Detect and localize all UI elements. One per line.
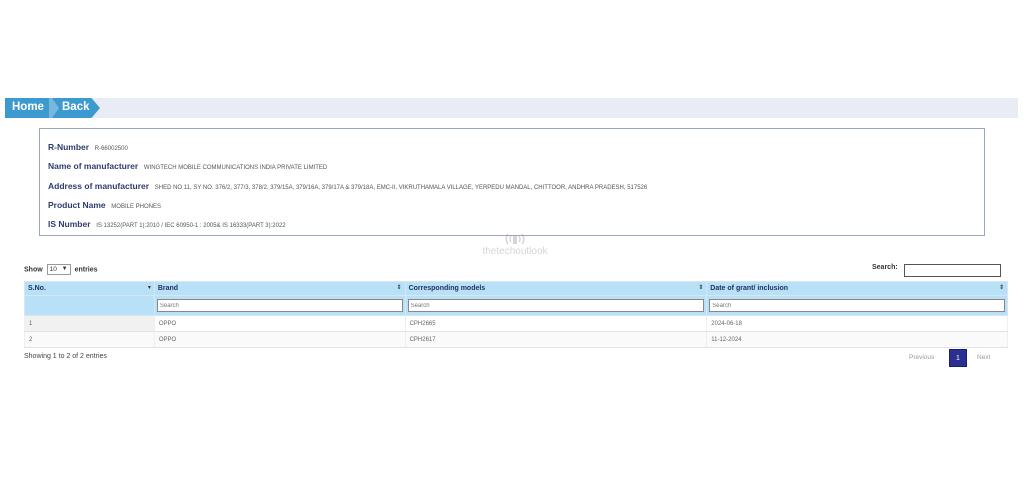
results-table: S.No. ▾ Brand ⇕ Corresponding models ⇕ D… — [24, 281, 1008, 348]
page-length-value: 10 — [49, 266, 57, 273]
cell-brand: OPPO — [153, 331, 406, 348]
sort-icon: ⇕ — [396, 285, 402, 291]
broadcast-icon — [505, 233, 525, 245]
filter-cell-sno — [24, 295, 155, 316]
cell-model: CPH2617 — [404, 331, 708, 348]
next-page-button[interactable]: Next — [977, 354, 990, 361]
column-header-brand[interactable]: Brand ⇕ — [153, 281, 406, 296]
watermark: thetechoutlook — [470, 232, 560, 260]
show-label: Show — [24, 266, 43, 274]
cell-sno: 1 — [24, 315, 155, 332]
is-number-row: IS Number IS 13252(PART 1):2010 / IEC 60… — [48, 219, 286, 229]
cell-date: 2024-06-18 — [706, 315, 1008, 332]
r-number-label: R-Number — [48, 142, 90, 152]
r-number-value: R-66002500 — [94, 146, 128, 152]
address-label: Address of manufacturer — [48, 181, 150, 191]
cell-sno: 2 — [24, 331, 155, 348]
column-header-date[interactable]: Date of grant/ inclusion ⇕ — [706, 281, 1008, 296]
r-number-row: R-Number R-66002500 — [48, 142, 128, 152]
address-row: Address of manufacturer SHED NO 11, SY N… — [48, 181, 647, 191]
search-label: Search: — [872, 264, 898, 271]
header-row: S.No. ▾ Brand ⇕ Corresponding models ⇕ D… — [24, 281, 1008, 296]
manufacturer-label: Name of manufacturer — [48, 161, 139, 171]
models-filter-input[interactable] — [407, 299, 705, 312]
filter-row — [24, 295, 1008, 316]
table-row: 1 OPPO CPH2665 2024-06-18 — [24, 315, 1008, 332]
chevron-down-icon: ▼ — [61, 266, 68, 272]
page-length-control: Show 10 ▼ entries — [24, 264, 98, 275]
page-length-select[interactable]: 10 ▼ — [46, 264, 71, 275]
brand-filter-input[interactable] — [156, 299, 403, 312]
home-link[interactable]: Home — [12, 101, 44, 113]
address-value: SHED NO 11, SY NO. 376/2, 377/3, 378/2, … — [154, 185, 648, 191]
cell-model: CPH2665 — [404, 315, 708, 332]
filter-cell-models — [404, 295, 708, 316]
page-1-button[interactable]: 1 — [949, 349, 967, 367]
entries-label: entries — [74, 266, 98, 274]
cell-brand: OPPO — [153, 315, 406, 332]
filter-cell-brand — [153, 295, 406, 316]
column-header-sno[interactable]: S.No. ▾ — [24, 281, 155, 296]
back-link[interactable]: Back — [62, 101, 90, 113]
top-nav-bar: Home Back — [5, 98, 1018, 118]
product-row: Product Name MOBILE PHONES — [48, 200, 161, 210]
search-input[interactable] — [904, 264, 1001, 277]
breadcrumb: Home Back — [5, 98, 100, 118]
previous-page-button[interactable]: Previous — [909, 354, 934, 361]
column-header-models[interactable]: Corresponding models ⇕ — [404, 281, 708, 296]
sort-asc-icon: ▾ — [147, 285, 151, 291]
watermark-text: thetechoutlook — [482, 246, 548, 257]
product-label: Product Name — [48, 200, 106, 210]
is-number-label: IS Number — [48, 219, 91, 229]
manufacturer-row: Name of manufacturer WINGTECH MOBILE COM… — [48, 161, 327, 171]
table-row: 2 OPPO CPH2617 11-12-2024 — [24, 331, 1008, 348]
table-info: Showing 1 to 2 of 2 entries — [24, 353, 107, 360]
date-filter-input[interactable] — [709, 299, 1005, 312]
is-number-value: IS 13252(PART 1):2010 / IEC 60950-1 : 20… — [96, 223, 286, 229]
product-value: MOBILE PHONES — [111, 204, 161, 210]
manufacturer-value: WINGTECH MOBILE COMMUNICATIONS INDIA PRI… — [143, 165, 328, 171]
registration-details: R-Number R-66002500 Name of manufacturer… — [39, 128, 985, 236]
sort-icon: ⇕ — [998, 285, 1004, 291]
breadcrumb-separator — [49, 98, 59, 118]
cell-date: 11-12-2024 — [706, 331, 1008, 348]
sort-icon: ⇕ — [698, 285, 704, 291]
filter-cell-date — [706, 295, 1008, 316]
